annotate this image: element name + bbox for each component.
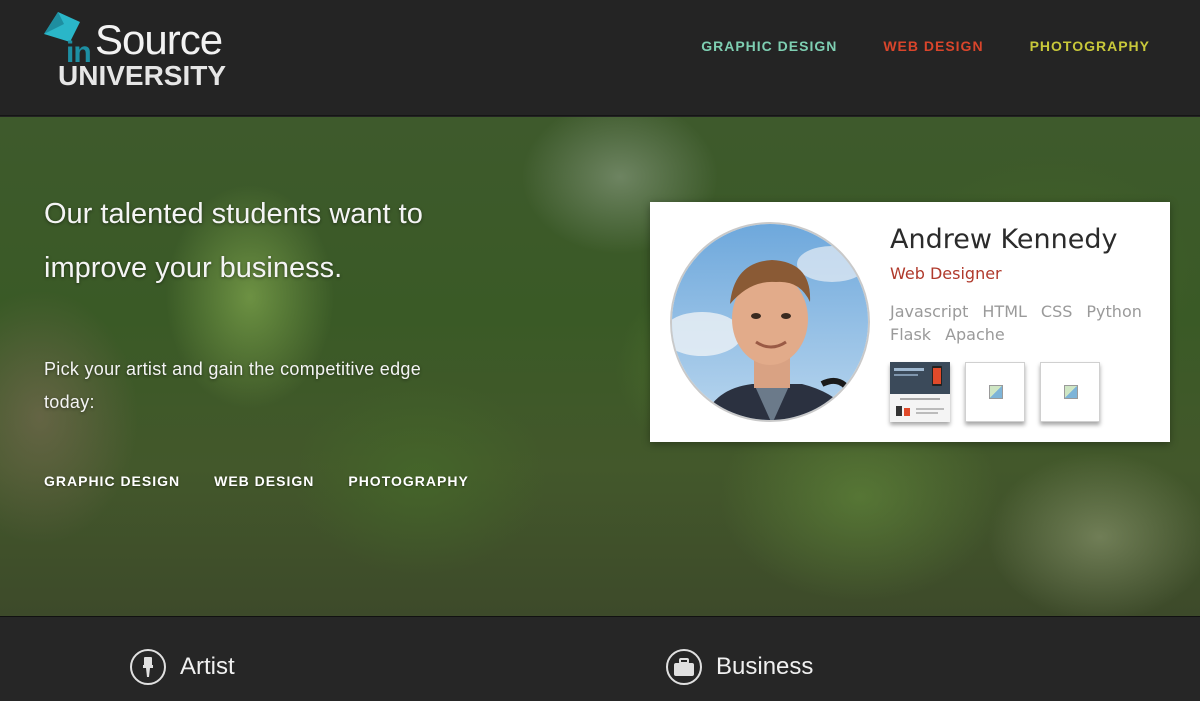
paintbrush-icon <box>130 649 166 685</box>
skill-tag: Flask <box>890 325 932 344</box>
business-label: Business <box>716 653 814 680</box>
hero-link-photography[interactable]: PHOTOGRAPHY <box>348 473 468 489</box>
hero-subtitle: Pick your artist and gain the competitiv… <box>44 359 421 412</box>
profile-role: Web Designer <box>890 264 1002 283</box>
nav-photography[interactable]: PHOTOGRAPHY <box>1030 38 1150 54</box>
profile-name: Andrew Kennedy <box>890 224 1118 255</box>
artist-label: Artist <box>180 653 235 680</box>
nav-web-design[interactable]: WEB DESIGN <box>883 38 983 54</box>
hero-link-web-design[interactable]: WEB DESIGN <box>214 473 314 489</box>
nav-graphic-design[interactable]: GRAPHIC DESIGN <box>701 38 837 54</box>
audience-selector-band: Artist Business <box>0 616 1200 701</box>
insource-university-logo[interactable]: in Source UNIVERSITY <box>44 12 264 92</box>
skill-tag: HTML <box>982 302 1027 321</box>
skill-tag: Python <box>1086 302 1142 321</box>
broken-image-icon <box>989 385 1003 399</box>
hero-section: Our talented students want to improve yo… <box>0 117 1200 616</box>
portfolio-thumb-site-screenshot[interactable] <box>890 362 950 422</box>
skill-tag: Javascript <box>890 302 969 321</box>
business-option[interactable]: Business <box>666 649 813 685</box>
avatar-photo <box>672 224 868 420</box>
broken-image-icon <box>1064 385 1078 399</box>
skill-tag: Apache <box>945 325 1005 344</box>
avatar <box>670 222 870 422</box>
main-nav: GRAPHIC DESIGN WEB DESIGN PHOTOGRAPHY <box>701 38 1150 54</box>
hero-category-links: GRAPHIC DESIGN WEB DESIGN PHOTOGRAPHY <box>44 473 469 489</box>
skill-tag: CSS <box>1040 302 1073 321</box>
portfolio-thumb[interactable] <box>965 362 1025 422</box>
hero-title: Our talented students want to improve yo… <box>44 198 423 284</box>
briefcase-icon <box>666 649 702 685</box>
portfolio-thumb[interactable] <box>1040 362 1100 422</box>
portfolio-thumbnails <box>890 362 1100 422</box>
profile-skills: Javascript HTML CSS Python Flask Apache <box>890 302 1160 344</box>
site-header: in Source UNIVERSITY GRAPHIC DESIGN WEB … <box>0 0 1200 116</box>
hero-link-graphic-design[interactable]: GRAPHIC DESIGN <box>44 473 180 489</box>
artist-profile-card[interactable]: Andrew Kennedy Web Designer Javascript H… <box>650 202 1170 442</box>
site-screenshot-image <box>890 362 950 422</box>
logo-text-source: Source <box>95 16 223 63</box>
logo-text-university: UNIVERSITY <box>58 60 227 91</box>
artist-option[interactable]: Artist <box>130 649 235 685</box>
